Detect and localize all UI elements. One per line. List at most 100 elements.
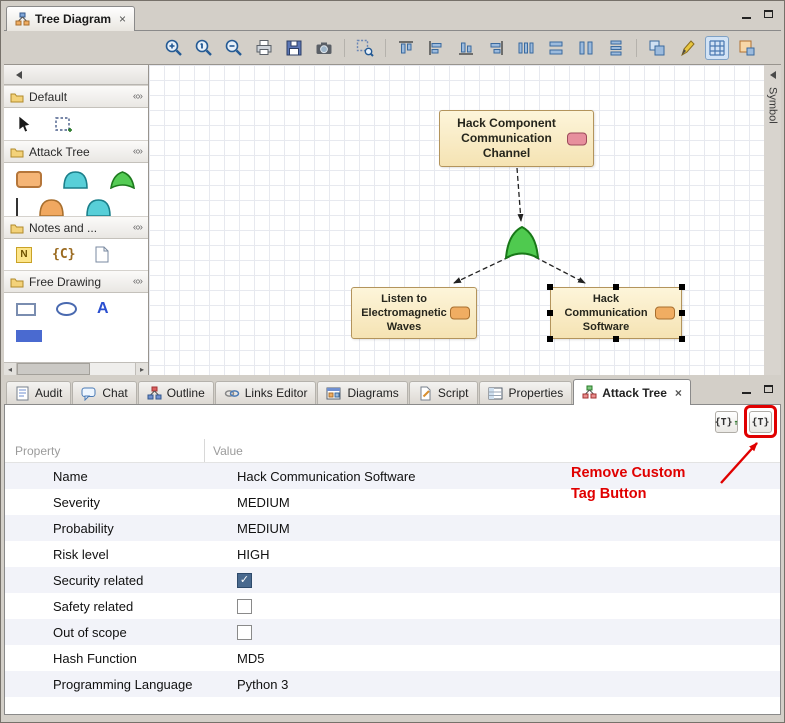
selection-handle[interactable] [679, 284, 685, 290]
attack-node-tool[interactable] [16, 171, 42, 188]
toggle-grid-button[interactable] [705, 36, 729, 60]
format-paint-button[interactable] [675, 36, 699, 60]
selection-handle[interactable] [679, 336, 685, 342]
marquee-tool[interactable] [54, 115, 74, 133]
remove-custom-tag-button[interactable]: {T} [749, 411, 772, 433]
clipped-shape-tool[interactable] [85, 198, 112, 217]
tab-chat[interactable]: Chat [72, 381, 136, 404]
blank-page-tool[interactable] [95, 246, 110, 263]
tab-script[interactable]: Script [409, 381, 478, 404]
close-tab-icon[interactable]: × [119, 12, 126, 26]
ellipse-tool[interactable] [56, 302, 77, 316]
property-value[interactable]: Hack Communication Software [205, 469, 780, 484]
match-height-button[interactable] [574, 36, 598, 60]
palette-section-attack-tree[interactable]: Attack Tree «» [4, 140, 148, 163]
node-hack-communication-software[interactable]: Hack Communication Software [550, 287, 682, 339]
selection-cursor-tool[interactable] [16, 115, 34, 133]
out-of-scope-checkbox[interactable]: ✓ [237, 625, 252, 640]
palette-section-free-drawing[interactable]: Free Drawing «» [4, 270, 148, 293]
selection-handle[interactable] [547, 284, 553, 290]
tab-properties[interactable]: Properties [479, 381, 573, 404]
tab-links-editor[interactable]: Links Editor [215, 381, 317, 404]
selection-handle[interactable] [679, 310, 685, 316]
palette-section-notes[interactable]: Notes and ... «» [4, 216, 148, 239]
zoom-selection-button[interactable] [353, 36, 377, 60]
node-hack-component-communication-channel[interactable]: Hack Component Communication Channel [439, 110, 594, 167]
note-tool[interactable]: N [16, 247, 32, 263]
property-value[interactable]: HIGH [205, 547, 780, 562]
toolbar-separator [385, 39, 386, 57]
add-custom-tag-button[interactable]: {T}↑ [715, 411, 738, 433]
scroll-left-button[interactable]: ◂ [4, 363, 17, 375]
zoom-actual-size-button[interactable] [192, 36, 216, 60]
match-width-button[interactable] [544, 36, 568, 60]
property-row-out-of-scope[interactable]: Out of scope ✓ [5, 619, 780, 645]
distribute-vertical-button[interactable] [604, 36, 628, 60]
and-gate-tool[interactable] [62, 170, 89, 189]
scrollbar-track[interactable] [17, 363, 135, 375]
save-button[interactable] [282, 36, 306, 60]
align-right-button[interactable] [484, 36, 508, 60]
property-value[interactable]: Python 3 [205, 677, 780, 692]
scrollbar-thumb[interactable] [17, 363, 90, 375]
close-tab-icon[interactable]: × [675, 386, 682, 400]
maximize-view-button[interactable] [761, 382, 775, 396]
tab-tree-diagram[interactable]: Tree Diagram × [6, 6, 135, 31]
section-collapse-icon[interactable]: «» [133, 91, 142, 102]
tab-diagrams[interactable]: Diagrams [317, 381, 407, 404]
node-listen-to-electromagnetic-waves[interactable]: Listen to Electromagnetic Waves [351, 287, 477, 339]
zoom-out-button[interactable] [222, 36, 246, 60]
symbol-panel-collapsed[interactable]: Symbol [764, 65, 781, 375]
align-bottom-button[interactable] [454, 36, 478, 60]
clipped-shape-tool[interactable] [38, 198, 65, 217]
tab-attack-tree[interactable]: Attack Tree × [573, 379, 691, 405]
diagram-canvas[interactable]: Hack Component Communication Channel Lis… [149, 65, 764, 375]
tab-outline[interactable]: Outline [138, 381, 214, 404]
property-value[interactable]: MD5 [205, 651, 780, 666]
text-tool[interactable]: A [97, 300, 109, 318]
palette-section-default[interactable]: Default «» [4, 85, 148, 108]
selection-handle[interactable] [613, 336, 619, 342]
code-note-tool[interactable]: {C} [52, 247, 75, 262]
minimize-view-button[interactable] [739, 7, 753, 21]
property-row-risk-level[interactable]: Risk level HIGH [5, 541, 780, 567]
expand-symbol-panel-icon[interactable] [770, 71, 776, 79]
align-left-button[interactable] [424, 36, 448, 60]
property-value[interactable]: MEDIUM [205, 521, 780, 536]
property-row-hash-function[interactable]: Hash Function MD5 [5, 645, 780, 671]
section-collapse-icon[interactable]: «» [133, 146, 142, 157]
property-row-programming-language[interactable]: Programming Language Python 3 [5, 671, 780, 697]
property-row-security-related[interactable]: Security related ✓ [5, 567, 780, 593]
connector-tool[interactable] [16, 198, 18, 216]
maximize-view-button[interactable] [761, 7, 775, 21]
selection-handle[interactable] [547, 310, 553, 316]
palette-horizontal-scrollbar[interactable]: ◂ ▸ [4, 362, 148, 375]
zoom-in-button[interactable] [162, 36, 186, 60]
minimize-view-button[interactable] [739, 382, 753, 396]
distribute-horizontal-button[interactable] [514, 36, 538, 60]
screenshot-button[interactable] [312, 36, 336, 60]
tab-audit[interactable]: Audit [6, 381, 71, 404]
rectangle-tool[interactable] [16, 303, 36, 316]
security-related-checkbox[interactable]: ✓ [237, 573, 252, 588]
filled-rectangle-tool[interactable] [16, 330, 42, 342]
print-button[interactable] [252, 36, 276, 60]
palette-collapse-bar[interactable] [4, 65, 148, 85]
selection-handle[interactable] [613, 284, 619, 290]
or-gate-tool[interactable] [109, 170, 136, 189]
snap-to-grid-button[interactable] [735, 36, 759, 60]
align-top-button[interactable] [394, 36, 418, 60]
same-size-button[interactable] [645, 36, 669, 60]
property-row-safety-related[interactable]: Safety related ✓ [5, 593, 780, 619]
tab-label: Diagrams [347, 386, 398, 400]
property-value[interactable]: MEDIUM [205, 495, 780, 510]
scroll-right-button[interactable]: ▸ [135, 363, 148, 375]
selection-handle[interactable] [547, 336, 553, 342]
section-collapse-icon[interactable]: «» [133, 222, 142, 233]
safety-related-checkbox[interactable]: ✓ [237, 599, 252, 614]
property-row-name[interactable]: Name Hack Communication Software [5, 463, 780, 489]
section-collapse-icon[interactable]: «» [133, 276, 142, 287]
or-gate-shape[interactable] [502, 224, 542, 262]
property-row-probability[interactable]: Probability MEDIUM [5, 515, 780, 541]
property-row-severity[interactable]: Severity MEDIUM [5, 489, 780, 515]
